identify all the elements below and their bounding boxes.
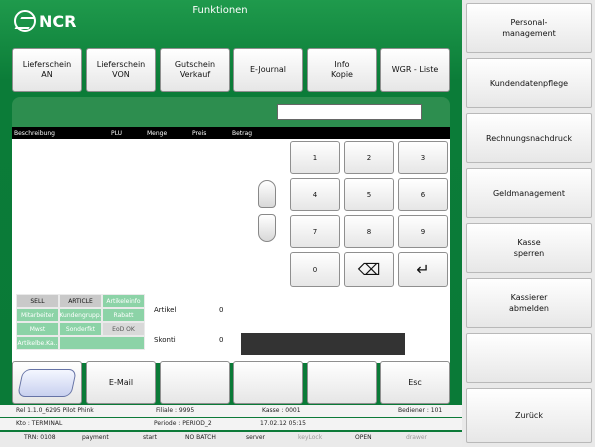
kassierer-abmelden-button[interactable]: Kassierer abmelden [466,278,592,328]
column-amount: Betrag [232,129,253,137]
quick-vat[interactable]: Mwst [16,322,59,336]
items-header: Beschreibung PLU Menge Preis Betrag [12,127,450,139]
scroll-up-button[interactable] [258,180,276,208]
lieferschein-an-button[interactable]: Lieferschein AN [12,48,82,92]
numpad-key-2[interactable]: 2 [344,141,394,174]
period-info: Periode : PERIOD_2 [154,420,212,427]
server-status: server [246,434,265,441]
articles-value: 0 [219,306,224,314]
wgr-liste-button[interactable]: WGR - Liste [380,48,450,92]
numpad-key-8[interactable]: 8 [344,215,394,248]
numpad-key-1[interactable]: 1 [290,141,340,174]
date-time: 17.02.12 05:15 [260,420,306,427]
batch-status: NO BATCH [185,434,216,441]
quick-employee[interactable]: Mitarbeiter [16,308,59,322]
esc-button[interactable]: Esc [380,361,450,404]
quick-eod-ok[interactable]: EoD OK [102,322,145,336]
status-bar-2: Kto : TERMINAL Periode : PERIOD_2 17.02.… [0,418,462,430]
quick-article-card[interactable]: Artikelbe.Ka.. [16,336,59,350]
quick-customer-group[interactable]: Kundengrupp. [59,308,102,322]
status-bar-1: Rel 1.1.0_6295 Pilot Phink Filiale : 999… [0,405,462,417]
numpad-key-3[interactable]: 3 [398,141,448,174]
column-price: Preis [192,129,207,137]
numpad-key-9[interactable]: 9 [398,215,448,248]
open-status: OPEN [355,434,372,441]
quick-empty [59,336,145,350]
entry-input[interactable] [277,104,422,120]
articles-label: Artikel [154,306,177,314]
enter-icon[interactable]: ↵ [398,252,448,287]
gutschein-verkauf-button[interactable]: Gutschein Verkauf [160,48,230,92]
email-button[interactable]: E-Mail [86,361,156,404]
quick-discount[interactable]: Rabatt [102,308,145,322]
quick-special-function[interactable]: Sonderfkt [59,322,102,336]
status-bar-3: TRN: 0108 payment start NO BATCH server … [0,432,462,447]
keyboard-button[interactable] [12,361,82,404]
page-title: Funktionen [192,5,248,16]
column-plu: PLU [111,129,123,137]
personal-management-button[interactable]: Personal- management [466,3,592,53]
empty-button-2[interactable] [233,361,303,404]
release-info: Rel 1.1.0_6295 Pilot Phink [16,407,94,414]
empty-button-1[interactable] [160,361,230,404]
numpad-key-4[interactable]: 4 [290,178,340,211]
account-info: Kto : TERMINAL [16,420,63,427]
lieferschein-von-button[interactable]: Lieferschein VON [86,48,156,92]
numpad-key-6[interactable]: 6 [398,178,448,211]
empty-button-3[interactable] [307,361,377,404]
kasse-info: Kasse : 0001 [262,407,301,414]
column-description: Beschreibung [14,129,55,137]
keylock-status: keyLock [298,434,323,441]
items-list[interactable] [12,139,288,293]
info-kopie-button[interactable]: Info Kopie [307,48,377,92]
zurueck-button[interactable]: Zurück [466,388,592,443]
quick-sell[interactable]: SELL [16,294,59,308]
start-status: start [143,434,157,441]
numpad-key-7[interactable]: 7 [290,215,340,248]
e-journal-button[interactable]: E-Journal [233,48,303,92]
skonti-label: Skonti [154,336,176,344]
keyboard-icon [17,368,77,397]
quick-article-info[interactable]: Artikeleinfo [102,294,145,308]
geldmanagement-button[interactable]: Geldmanagement [466,168,592,218]
skonti-value: 0 [219,336,224,344]
filiale-info: Filiale : 9995 [156,407,195,414]
payment-status: payment [82,434,109,441]
empty-right-button[interactable] [466,333,592,383]
kundendatenpflege-button[interactable]: Kundendatenpflege [466,58,592,108]
column-quantity: Menge [147,129,168,137]
rechnungsnachdruck-button[interactable]: Rechnungsnachdruck [466,113,592,163]
numpad-key-0[interactable]: 0 [290,252,340,287]
scroll-down-button[interactable] [258,214,276,242]
total-display [241,333,405,355]
drawer-status: drawer [406,434,428,441]
kasse-sperren-button[interactable]: Kasse sperren [466,223,592,273]
quick-article[interactable]: ARTICLE [59,294,102,308]
backspace-icon[interactable]: ⌫ [344,252,394,287]
transaction-info: TRN: 0108 [24,434,56,441]
bediener-info: Bediener : 101 [398,407,443,414]
numpad-key-5[interactable]: 5 [344,178,394,211]
